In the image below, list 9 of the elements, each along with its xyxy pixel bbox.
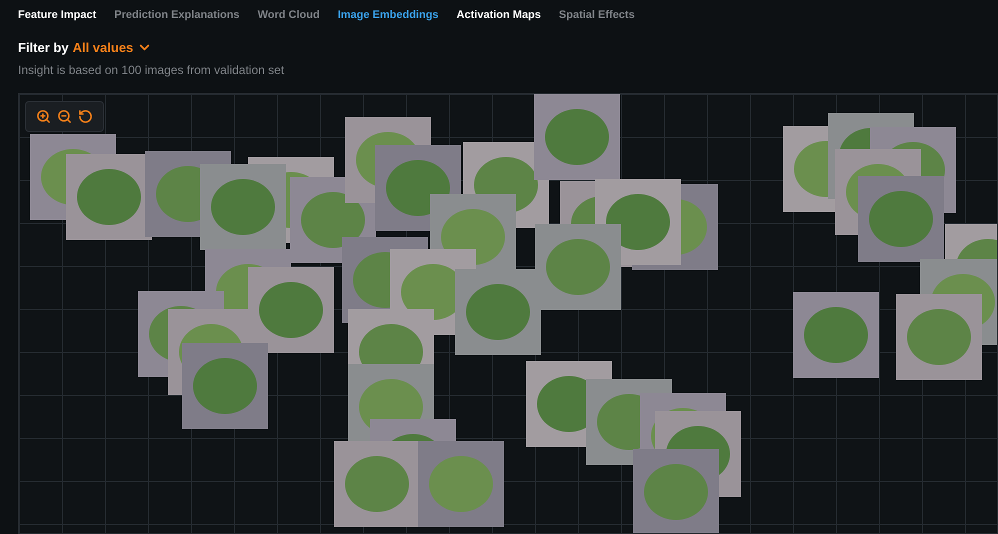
reset-icon[interactable] — [78, 109, 93, 124]
insight-note: Insight is based on 100 images from validation set — [17, 62, 286, 79]
zoom-out-icon[interactable] — [57, 109, 72, 124]
zoom-in-icon[interactable] — [36, 109, 51, 124]
filter-label: Filter by — [18, 38, 69, 57]
filter-dropdown[interactable]: All values — [72, 38, 152, 57]
tab[interactable]: Activation Maps — [456, 7, 541, 24]
tab[interactable]: Image Embeddings — [338, 7, 439, 24]
tab[interactable]: Feature Impact — [18, 7, 96, 24]
